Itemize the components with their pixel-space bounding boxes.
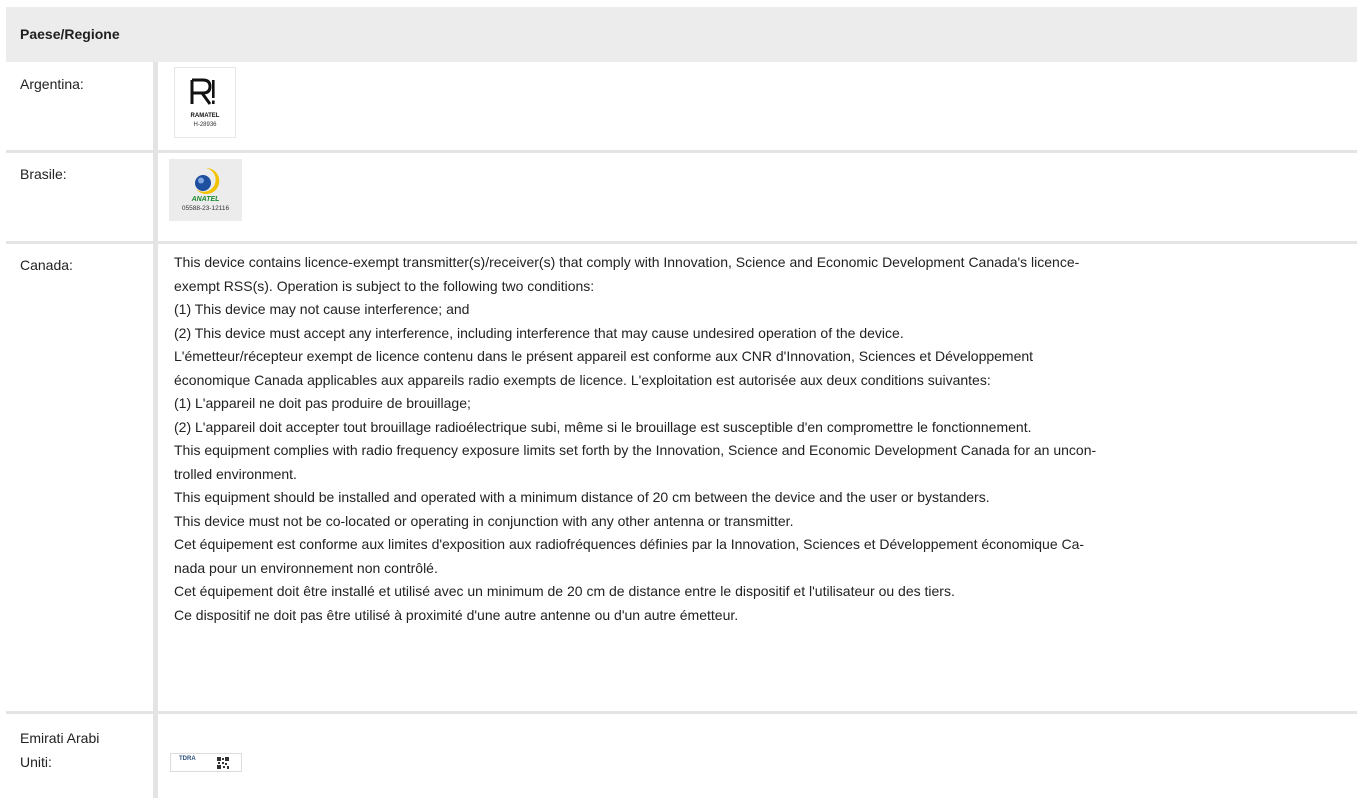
country-label: Brasile: <box>20 166 67 182</box>
regulatory-table: Paese/Regione Argentina: Brasile: Canada… <box>0 0 1357 798</box>
canada-text-line: trolled environment. <box>174 465 297 482</box>
canada-text-line: (1) L'appareil ne doit pas produire de b… <box>174 395 471 411</box>
country-label-line1: Emirati Arabi <box>20 730 100 746</box>
canada-text-line: L'émetteur/récepteur exempt de licence c… <box>174 348 1034 364</box>
column-divider <box>153 244 158 711</box>
canada-text-line: This equipment should be installed and o… <box>174 489 990 505</box>
anatel-name: ANATEL <box>191 196 220 203</box>
column-divider <box>153 62 158 150</box>
top-spacer <box>0 0 1357 7</box>
canada-text-line: This device contains licence-exempt tran… <box>174 254 1080 270</box>
canada-text-line: Cet équipement est conforme aux limites … <box>174 536 1085 552</box>
country-label: Canada: <box>20 257 73 273</box>
country-label: Argentina: <box>20 76 84 92</box>
canada-text-line: This equipment complies with radio frequ… <box>174 442 1097 458</box>
anatel-logo: ANATEL 05588-23-12116 <box>169 159 242 221</box>
ramatel-r-icon <box>190 78 215 105</box>
country-cell: Canada: <box>6 244 153 711</box>
country-cell: Argentina: <box>6 62 153 150</box>
canada-text-line: This device must not be co-located or op… <box>174 512 794 529</box>
country-cell: Brasile: <box>6 153 153 241</box>
qr-code-icon <box>217 757 229 769</box>
country-label-line2: Uniti: <box>20 754 52 770</box>
ramatel-logo: RAMATEL H-28936 <box>174 67 236 138</box>
ramatel-name: RAMATEL <box>190 113 220 119</box>
canada-regulatory-text: This device contains licence-exempt tran… <box>174 251 1339 627</box>
tdra-name: TDRA <box>179 756 196 762</box>
anatel-code: 05588-23-12116 <box>181 205 230 212</box>
canada-text-line: (2) This device must accept any interfer… <box>174 324 904 341</box>
anatel-globe-icon <box>195 167 220 194</box>
canada-text-line: (2) L'appareil doit accepter tout brouil… <box>174 418 1032 435</box>
header-country-region: Paese/Regione <box>20 26 120 42</box>
canada-text-line: économique Canada applicables aux appare… <box>174 371 991 388</box>
ramatel-code: H-28936 <box>193 122 217 128</box>
canada-text-line: Cet équipement doit être installé et uti… <box>174 583 955 599</box>
table-header: Paese/Regione <box>6 7 1357 62</box>
tdra-logo: TDRA <box>170 753 242 772</box>
canada-text-line: (1) This device may not cause interferen… <box>174 301 470 317</box>
country-cell: Emirati Arabi Uniti: <box>6 714 153 798</box>
column-divider <box>153 714 158 798</box>
canada-text-line: exempt RSS(s). Operation is subject to t… <box>174 277 595 294</box>
canada-text-line: nada pour un environnement non contrôlé. <box>174 559 438 576</box>
column-divider <box>153 153 158 241</box>
canada-text-line: Ce dispositif ne doit pas être utilisé à… <box>174 606 739 623</box>
